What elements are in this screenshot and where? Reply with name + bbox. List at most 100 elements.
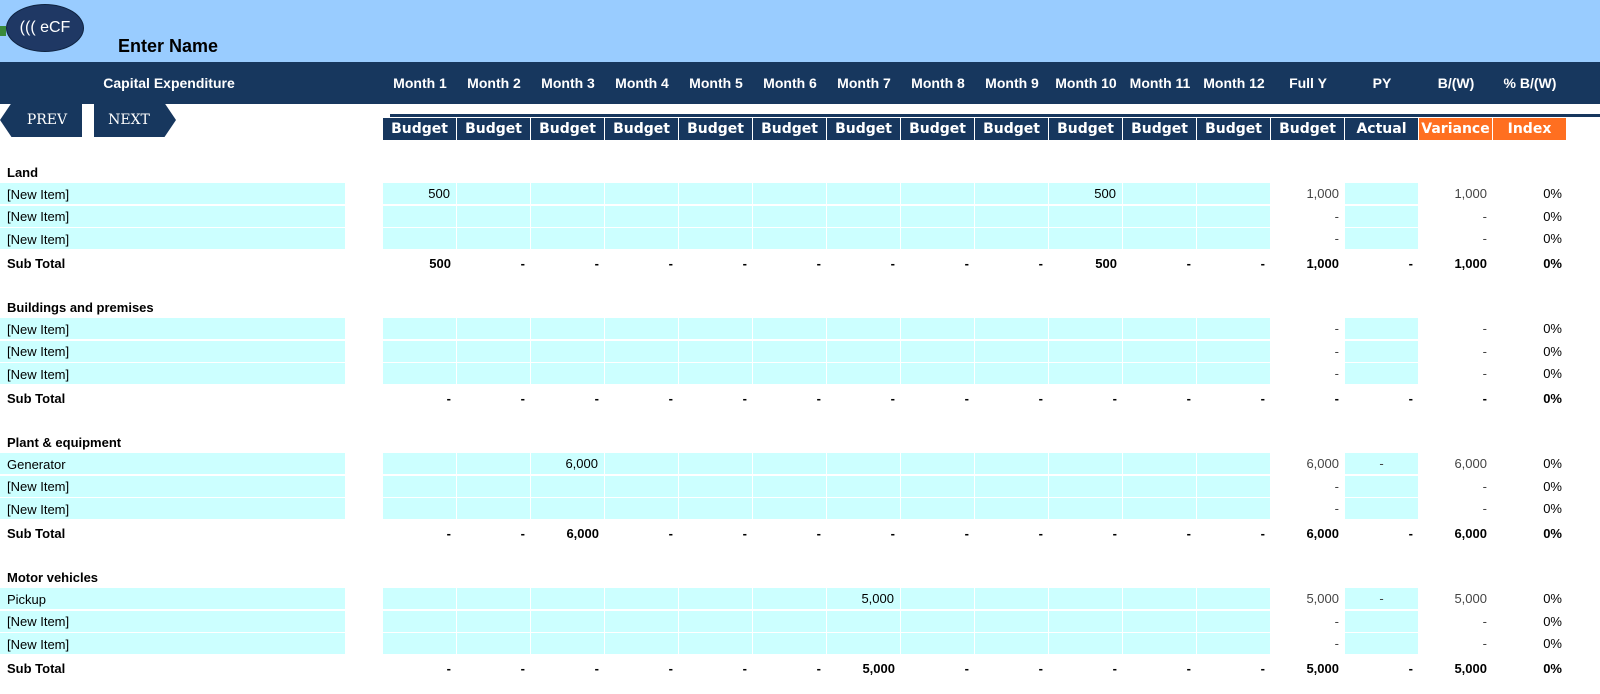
item-cell-month-1[interactable] bbox=[383, 453, 457, 475]
item-cell-month-5[interactable] bbox=[679, 318, 753, 340]
item-cell-month-1[interactable] bbox=[383, 318, 457, 340]
item-cell-month-7[interactable] bbox=[827, 340, 901, 362]
item-cell-prior-year[interactable]: - bbox=[1345, 453, 1419, 475]
item-cell-month-12[interactable] bbox=[1197, 183, 1271, 205]
item-cell-month-9[interactable] bbox=[975, 633, 1049, 655]
item-label[interactable]: [New Item] bbox=[7, 633, 69, 655]
item-cell-month-8[interactable] bbox=[901, 588, 975, 610]
item-cell-month-2[interactable] bbox=[457, 205, 531, 227]
item-cell-month-10[interactable] bbox=[1049, 498, 1123, 520]
item-cell-month-2[interactable] bbox=[457, 363, 531, 385]
item-label[interactable]: [New Item] bbox=[7, 476, 69, 498]
item-cell-month-11[interactable] bbox=[1123, 633, 1197, 655]
item-cell-month-2[interactable] bbox=[457, 453, 531, 475]
item-cell-month-9[interactable] bbox=[975, 475, 1049, 497]
item-cell-month-5[interactable] bbox=[679, 610, 753, 632]
item-cell-month-4[interactable] bbox=[605, 228, 679, 250]
item-cell-month-7[interactable] bbox=[827, 183, 901, 205]
item-cell-prior-year[interactable] bbox=[1345, 205, 1419, 227]
item-cell-month-6[interactable] bbox=[753, 633, 827, 655]
item-cell-prior-year[interactable] bbox=[1345, 318, 1419, 340]
item-cell-month-11[interactable] bbox=[1123, 205, 1197, 227]
item-cell-month-12[interactable] bbox=[1197, 588, 1271, 610]
item-cell-month-9[interactable] bbox=[975, 318, 1049, 340]
item-cell-month-9[interactable] bbox=[975, 228, 1049, 250]
item-cell-month-12[interactable] bbox=[1197, 340, 1271, 362]
item-cell-month-12[interactable] bbox=[1197, 318, 1271, 340]
item-label[interactable]: [New Item] bbox=[7, 363, 69, 385]
item-cell-month-4[interactable] bbox=[605, 588, 679, 610]
item-cell-month-3[interactable] bbox=[531, 498, 605, 520]
item-label[interactable]: [New Item] bbox=[7, 498, 69, 520]
item-cell-month-8[interactable] bbox=[901, 205, 975, 227]
name-field[interactable]: Enter Name bbox=[118, 36, 218, 57]
item-cell-month-5[interactable] bbox=[679, 363, 753, 385]
item-cell-month-1[interactable] bbox=[383, 228, 457, 250]
item-cell-month-5[interactable] bbox=[679, 340, 753, 362]
item-cell-month-8[interactable] bbox=[901, 363, 975, 385]
next-button[interactable]: NEXT bbox=[94, 103, 176, 137]
item-cell-month-5[interactable] bbox=[679, 453, 753, 475]
item-cell-month-4[interactable] bbox=[605, 633, 679, 655]
item-cell-month-9[interactable] bbox=[975, 340, 1049, 362]
item-cell-month-3[interactable]: 6,000 bbox=[531, 453, 605, 475]
item-cell-month-3[interactable] bbox=[531, 588, 605, 610]
item-cell-prior-year[interactable] bbox=[1345, 183, 1419, 205]
item-cell-prior-year[interactable] bbox=[1345, 228, 1419, 250]
item-cell-month-1[interactable] bbox=[383, 498, 457, 520]
item-cell-month-7[interactable] bbox=[827, 453, 901, 475]
item-cell-month-10[interactable] bbox=[1049, 228, 1123, 250]
item-cell-month-4[interactable] bbox=[605, 610, 679, 632]
item-cell-prior-year[interactable] bbox=[1345, 610, 1419, 632]
item-cell-month-7[interactable] bbox=[827, 498, 901, 520]
item-cell-month-1[interactable] bbox=[383, 588, 457, 610]
item-cell-month-1[interactable] bbox=[383, 363, 457, 385]
item-cell-month-2[interactable] bbox=[457, 498, 531, 520]
item-cell-month-12[interactable] bbox=[1197, 610, 1271, 632]
item-cell-prior-year[interactable] bbox=[1345, 340, 1419, 362]
item-cell-month-11[interactable] bbox=[1123, 183, 1197, 205]
item-cell-month-10[interactable] bbox=[1049, 318, 1123, 340]
item-cell-month-7[interactable] bbox=[827, 205, 901, 227]
item-label[interactable]: [New Item] bbox=[7, 318, 69, 340]
item-cell-prior-year[interactable] bbox=[1345, 498, 1419, 520]
item-cell-month-3[interactable] bbox=[531, 205, 605, 227]
item-cell-month-6[interactable] bbox=[753, 475, 827, 497]
item-cell-month-9[interactable] bbox=[975, 588, 1049, 610]
item-cell-month-8[interactable] bbox=[901, 228, 975, 250]
item-label[interactable]: [New Item] bbox=[7, 183, 69, 205]
item-cell-month-6[interactable] bbox=[753, 228, 827, 250]
item-cell-month-3[interactable] bbox=[531, 610, 605, 632]
item-cell-month-11[interactable] bbox=[1123, 475, 1197, 497]
item-cell-month-10[interactable] bbox=[1049, 340, 1123, 362]
item-cell-month-6[interactable] bbox=[753, 340, 827, 362]
item-cell-month-12[interactable] bbox=[1197, 475, 1271, 497]
item-cell-month-3[interactable] bbox=[531, 340, 605, 362]
item-cell-month-10[interactable] bbox=[1049, 475, 1123, 497]
item-cell-month-11[interactable] bbox=[1123, 340, 1197, 362]
item-cell-month-2[interactable] bbox=[457, 228, 531, 250]
item-cell-month-9[interactable] bbox=[975, 453, 1049, 475]
item-cell-month-2[interactable] bbox=[457, 318, 531, 340]
item-cell-month-11[interactable] bbox=[1123, 498, 1197, 520]
item-cell-month-3[interactable] bbox=[531, 228, 605, 250]
item-cell-month-11[interactable] bbox=[1123, 588, 1197, 610]
item-cell-month-8[interactable] bbox=[901, 183, 975, 205]
item-cell-month-7[interactable] bbox=[827, 633, 901, 655]
item-cell-month-1[interactable] bbox=[383, 610, 457, 632]
item-cell-month-9[interactable] bbox=[975, 363, 1049, 385]
item-cell-month-6[interactable] bbox=[753, 453, 827, 475]
item-cell-month-3[interactable] bbox=[531, 363, 605, 385]
item-label[interactable]: Pickup bbox=[7, 588, 46, 610]
item-cell-month-2[interactable] bbox=[457, 588, 531, 610]
item-cell-month-11[interactable] bbox=[1123, 228, 1197, 250]
item-cell-month-12[interactable] bbox=[1197, 498, 1271, 520]
item-cell-month-6[interactable] bbox=[753, 588, 827, 610]
item-cell-month-12[interactable] bbox=[1197, 633, 1271, 655]
item-cell-month-11[interactable] bbox=[1123, 610, 1197, 632]
item-cell-month-5[interactable] bbox=[679, 183, 753, 205]
item-label[interactable]: [New Item] bbox=[7, 611, 69, 633]
prev-button[interactable]: PREV bbox=[0, 103, 82, 137]
item-cell-month-8[interactable] bbox=[901, 318, 975, 340]
item-cell-month-3[interactable] bbox=[531, 318, 605, 340]
